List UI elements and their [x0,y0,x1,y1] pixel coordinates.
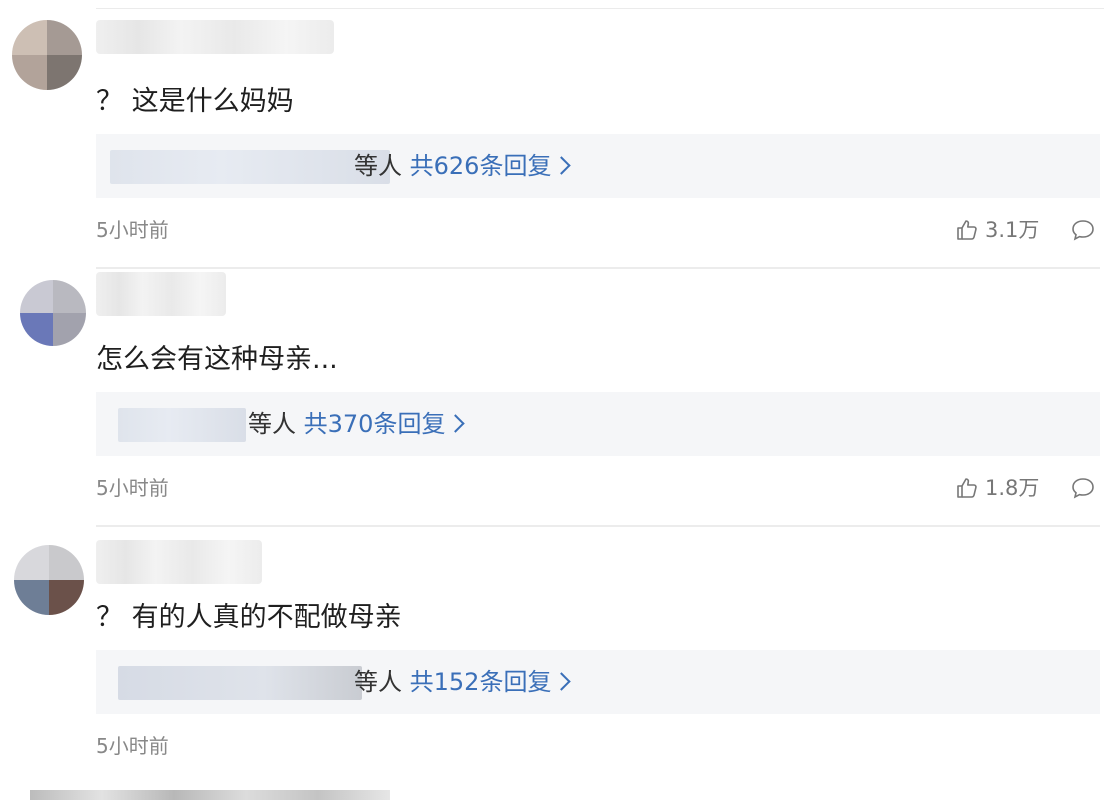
reply-count-link[interactable]: 共370条回复 [304,410,446,438]
thumbs-up-icon [957,478,977,498]
username-blurred[interactable] [96,20,334,54]
like-button[interactable]: 3.1万 [955,216,1039,244]
top-divider [96,8,1104,9]
reply-prefix: 等人 [354,668,402,696]
reply-summary[interactable]: 等人 共152条回复 [354,664,572,700]
like-count: 1.8万 [985,476,1040,500]
username-blurred[interactable] [96,540,262,584]
comment-time: 5小时前 [96,218,169,242]
username-blurred[interactable] [96,272,226,316]
next-comment-blurred [30,790,390,800]
reply-prefix: 等人 [248,410,296,438]
comment-time: 5小时前 [96,734,169,758]
reply-names-blurred [118,666,362,700]
comment-divider [96,267,1100,269]
chevron-right-icon [446,414,466,433]
comment-time: 5小时前 [96,476,169,500]
like-count: 3.1万 [985,218,1040,242]
reply-summary[interactable]: 等人 共370条回复 [248,406,466,442]
comment-divider [96,525,1100,527]
chevron-right-icon [552,156,572,175]
avatar[interactable] [12,20,82,90]
comment-text: 怎么会有这种母亲... [96,344,338,375]
reply-names-blurred [110,150,390,184]
comment-text: ？ 这是什么妈妈 [96,86,294,117]
reply-names-blurred [118,408,246,442]
chevron-right-icon [552,672,572,691]
reply-count-link[interactable]: 共152条回复 [410,668,552,696]
reply-count-link[interactable]: 共626条回复 [410,152,552,180]
reply-prefix: 等人 [354,152,402,180]
reply-summary[interactable]: 等人 共626条回复 [354,148,572,184]
reply-preview[interactable]: 等人 共152条回复 [96,650,1100,714]
avatar[interactable] [14,545,84,615]
avatar[interactable] [20,280,86,346]
reply-preview[interactable]: 等人 共370条回复 [96,392,1100,456]
reply-preview[interactable]: 等人 共626条回复 [96,134,1100,198]
comment-text: ？ 有的人真的不配做母亲 [96,602,402,633]
thumbs-up-icon [957,220,977,240]
comment-bubble-icon[interactable] [1070,217,1096,243]
like-button[interactable]: 1.8万 [955,474,1039,502]
comment-bubble-icon[interactable] [1070,475,1096,501]
